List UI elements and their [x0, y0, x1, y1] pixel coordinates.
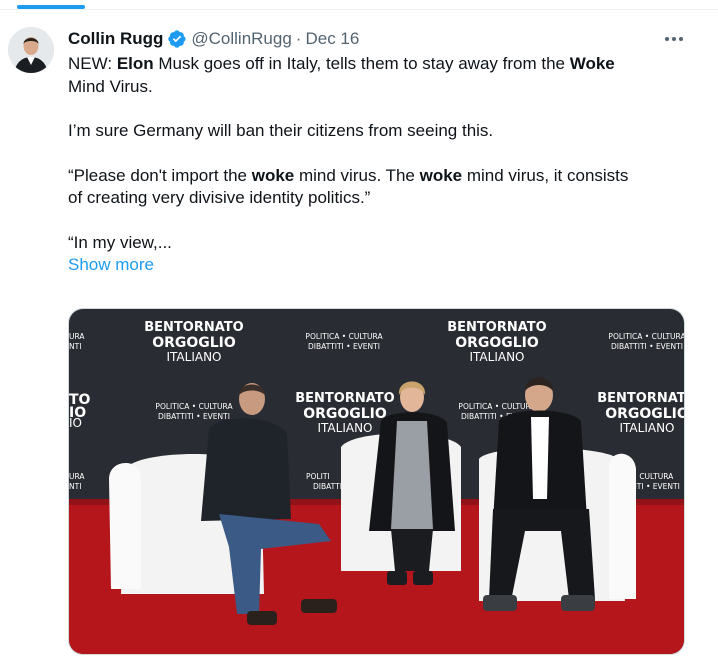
svg-text:DIBATTITI • EVENTI: DIBATTITI • EVENTI — [308, 342, 380, 351]
tweet-header: Collin Rugg @CollinRugg · Dec 16 — [68, 28, 359, 50]
tweet-date[interactable]: Dec 16 — [305, 29, 359, 49]
svg-text:BENTORNATO: BENTORNATO — [295, 391, 394, 406]
svg-text:ITALIANO: ITALIANO — [619, 421, 674, 435]
svg-text:DIBATTITI • EVENTI: DIBATTITI • EVENTI — [158, 412, 230, 421]
text-bold: woke — [251, 165, 295, 185]
svg-text:NTI: NTI — [69, 482, 81, 491]
text-line: I’m sure Germany will ban their citizens… — [68, 121, 494, 140]
svg-text:BENTORNATO: BENTORNATO — [597, 391, 685, 406]
more-dot — [672, 37, 676, 41]
svg-text:URA: URA — [69, 472, 85, 481]
avatar[interactable] — [8, 27, 54, 73]
text-line: of creating very divisive identity polit… — [68, 188, 371, 207]
svg-text:BENTORNATO: BENTORNATO — [144, 320, 243, 335]
text-bold: woke — [419, 165, 463, 185]
svg-text:DIBATTITI • EVENTI: DIBATTITI • EVENTI — [611, 342, 683, 351]
svg-text:POLITICA • CULTURA: POLITICA • CULTURA — [305, 332, 383, 341]
tweet-text: NEW: Elon Musk goes off in Italy, tells … — [68, 53, 690, 277]
svg-text:ORGOGLIO: ORGOGLIO — [455, 335, 539, 351]
svg-text:POLITICA • CULTURA: POLITICA • CULTURA — [458, 402, 536, 411]
svg-text:ITALIANO: ITALIANO — [317, 421, 372, 435]
author-name[interactable]: Collin Rugg — [68, 29, 163, 49]
svg-text:POLITI: POLITI — [306, 472, 330, 481]
svg-text:BENTORNATO: BENTORNATO — [447, 320, 546, 335]
svg-text:POLITICA • CULTURA: POLITICA • CULTURA — [608, 332, 685, 341]
svg-text:ITALIANO: ITALIANO — [166, 350, 221, 364]
more-dot — [679, 37, 683, 41]
separator-dot: · — [295, 29, 302, 48]
verified-badge-icon — [167, 29, 187, 49]
show-more-link[interactable]: Show more — [68, 254, 154, 277]
text-line: Mind Virus. — [68, 76, 153, 96]
text-span: mind virus, it consists — [462, 165, 629, 185]
svg-text:POLITICA • CULTURA: POLITICA • CULTURA — [155, 402, 233, 411]
svg-text:DIBATTI: DIBATTI — [313, 482, 342, 491]
more-options-icon[interactable] — [662, 29, 686, 49]
text-span: “Please don't import the — [68, 165, 252, 185]
tweet[interactable]: Collin Rugg @CollinRugg · Dec 16 NEW: El… — [0, 10, 718, 659]
svg-text:ITALIANO: ITALIANO — [469, 350, 524, 364]
svg-text:ORGOGLIO: ORGOGLIO — [152, 335, 236, 351]
author-handle[interactable]: @CollinRugg — [191, 29, 291, 49]
text-line: “Please don't import the woke mind virus… — [68, 165, 690, 188]
more-dot — [665, 37, 669, 41]
video-media[interactable]: BENTORNATO ORGOGLIO ITALIANO BENTORNATO … — [68, 308, 685, 655]
svg-text:NTI: NTI — [69, 342, 81, 351]
text-line: NEW: Elon Musk goes off in Italy, tells … — [68, 53, 690, 76]
svg-text:IO: IO — [69, 416, 82, 430]
text-line: “In my view,... — [68, 232, 172, 252]
text-span: Musk goes off in Italy, tells them to st… — [153, 54, 570, 73]
svg-text:ORGOGLIO: ORGOGLIO — [303, 406, 387, 422]
svg-text:ORGOGLIO: ORGOGLIO — [605, 406, 685, 422]
text-span: mind virus. The — [294, 165, 420, 185]
svg-text:URA: URA — [69, 332, 85, 341]
text-bold: Woke — [569, 54, 615, 73]
text-bold: Elon — [116, 54, 154, 73]
text-span: NEW: — [68, 54, 117, 73]
